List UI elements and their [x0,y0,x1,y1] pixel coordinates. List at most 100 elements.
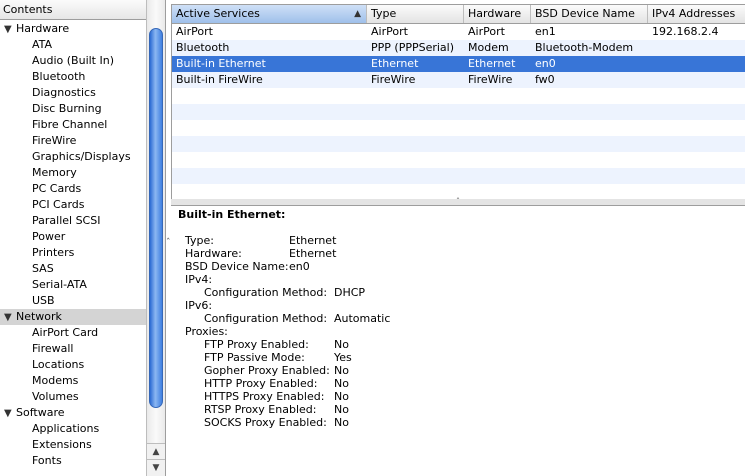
table-cell: Ethernet [371,57,419,70]
tree-label: Network [16,310,62,323]
tree-label: Software [16,406,65,419]
tree-item[interactable]: PCI Cards [0,197,148,213]
column-header[interactable]: Type [367,5,464,23]
table-cell: Bluetooth-Modem [535,41,634,54]
column-header[interactable]: IPv4 Addresses [648,5,745,23]
column-header-label: BSD Device Name [535,7,635,20]
scroll-up-arrow-icon[interactable]: ▲ [147,443,165,460]
table-cell: 192.168.2.4 [652,25,719,38]
detail-key: HTTP Proxy Enabled: [204,377,318,390]
table-row[interactable]: Bluetooth PPP (PPPSerial) Modem Bluetooth-M… [172,40,745,56]
scroll-thumb[interactable] [149,28,163,408]
contents-header[interactable]: Contents [0,0,146,20]
tree-item[interactable]: Firewall [0,341,148,357]
tree-item[interactable]: Fibre Channel [0,117,148,133]
tree-item[interactable]: USB [0,293,148,309]
tree-label: PC Cards [32,182,82,195]
table-cell: Bluetooth [176,41,230,54]
tree-category[interactable]: ▼ Software [0,405,148,421]
vertical-split-handle-icon[interactable]: ˆ [166,238,171,248]
detail-key: BSD Device Name: [185,260,289,273]
detail-key: Configuration Method: [204,312,328,325]
tree-item[interactable]: Memory [0,165,148,181]
tree-item[interactable]: Volumes [0,389,148,405]
detail-value: Automatic [334,312,391,325]
tree-item[interactable]: Audio (Built In) [0,53,148,69]
detail-key: HTTPS Proxy Enabled: [204,390,325,403]
services-table: Active Services ▲ Type Hardware BSD Device N… [171,4,745,200]
detail-key: Hardware: [185,247,242,260]
tree-item[interactable]: Diagnostics [0,85,148,101]
detail-value: en0 [289,260,310,273]
contents-sidebar: Contents ▼ Hardware ATA Audio (Built In) Blu… [0,0,166,476]
tree-label: USB [32,294,55,307]
detail-value: Yes [334,351,352,364]
detail-key: SOCKS Proxy Enabled: [204,416,327,429]
tree-item[interactable]: Applications [0,421,148,437]
empty-row [172,88,745,104]
tree-category[interactable]: ▼ Hardware [0,21,148,37]
tree-item[interactable]: Graphics/Displays [0,149,148,165]
contents-tree: ▼ Hardware ATA Audio (Built In) Bluetooth Dia… [0,21,148,469]
disclosure-triangle-icon[interactable]: ▼ [4,310,16,326]
table-row[interactable]: Built-in FireWire FireWire FireWire fw0 [172,72,745,88]
tree-item[interactable]: Parallel SCSI [0,213,148,229]
tree-item[interactable]: Bluetooth [0,69,148,85]
tree-label: Printers [32,246,75,259]
tree-item[interactable]: Extensions [0,437,148,453]
column-header[interactable]: Hardware [464,5,531,23]
table-cell: PPP (PPPSerial) [371,41,455,54]
tree-label: Firewall [32,342,74,355]
column-header-label: Hardware [468,7,522,20]
table-cell: AirPort [176,25,213,38]
tree-item[interactable]: Fonts [0,453,148,469]
disclosure-triangle-icon[interactable]: ▼ [4,406,16,422]
empty-row [172,152,745,168]
tree-item[interactable]: Locations [0,357,148,373]
tree-item[interactable]: Disc Burning [0,101,148,117]
table-cell: FireWire [468,73,513,86]
tree-label: Disc Burning [32,102,102,115]
table-cell: Built-in Ethernet [176,57,266,70]
tree-item[interactable]: Serial-ATA [0,277,148,293]
table-cell: en0 [535,57,556,70]
column-header-label: Type [371,7,397,20]
tree-label: Applications [32,422,100,435]
detail-value: No [334,390,349,403]
tree-item[interactable]: AirPort Card [0,325,148,341]
tree-item[interactable]: Power [0,229,148,245]
detail-value: No [334,416,349,429]
table-row[interactable]: Built-in Ethernet Ethernet Ethernet en0 [172,56,745,72]
detail-key: Type: [185,234,214,247]
table-cell: Ethernet [468,57,516,70]
detail-value: No [334,338,349,351]
table-row[interactable]: AirPort AirPort AirPort en1 192.168.2.4 [172,24,745,40]
empty-row [172,104,745,120]
horizontal-split-handle-icon[interactable]: ˆ [171,198,745,206]
table-cell: en1 [535,25,556,38]
tree-label: Modems [32,374,79,387]
column-header-label: IPv4 Addresses [652,7,736,20]
detail-value: DHCP [334,286,366,299]
tree-category[interactable]: ▼ Network [0,309,148,325]
disclosure-triangle-icon[interactable]: ▼ [4,22,16,38]
tree-item[interactable]: Printers [0,245,148,261]
tree-label: Diagnostics [32,86,96,99]
scroll-down-arrow-icon[interactable]: ▼ [147,459,165,476]
detail-key: Proxies: [185,325,228,338]
tree-item[interactable]: ATA [0,37,148,53]
tree-item[interactable]: FireWire [0,133,148,149]
tree-item[interactable]: PC Cards [0,181,148,197]
column-header[interactable]: BSD Device Name [531,5,648,23]
empty-row [172,120,745,136]
tree-item[interactable]: Modems [0,373,148,389]
tree-label: Fibre Channel [32,118,108,131]
sidebar-scrollbar[interactable]: ▲ ▼ [146,0,165,476]
detail-value: Ethernet [289,234,337,247]
empty-row [172,136,745,152]
detail-key: Gopher Proxy Enabled: [204,364,330,377]
column-header[interactable]: Active Services ▲ [172,5,367,23]
tree-label: Serial-ATA [32,278,87,291]
tree-item[interactable]: SAS [0,261,148,277]
tree-label: Volumes [32,390,79,403]
